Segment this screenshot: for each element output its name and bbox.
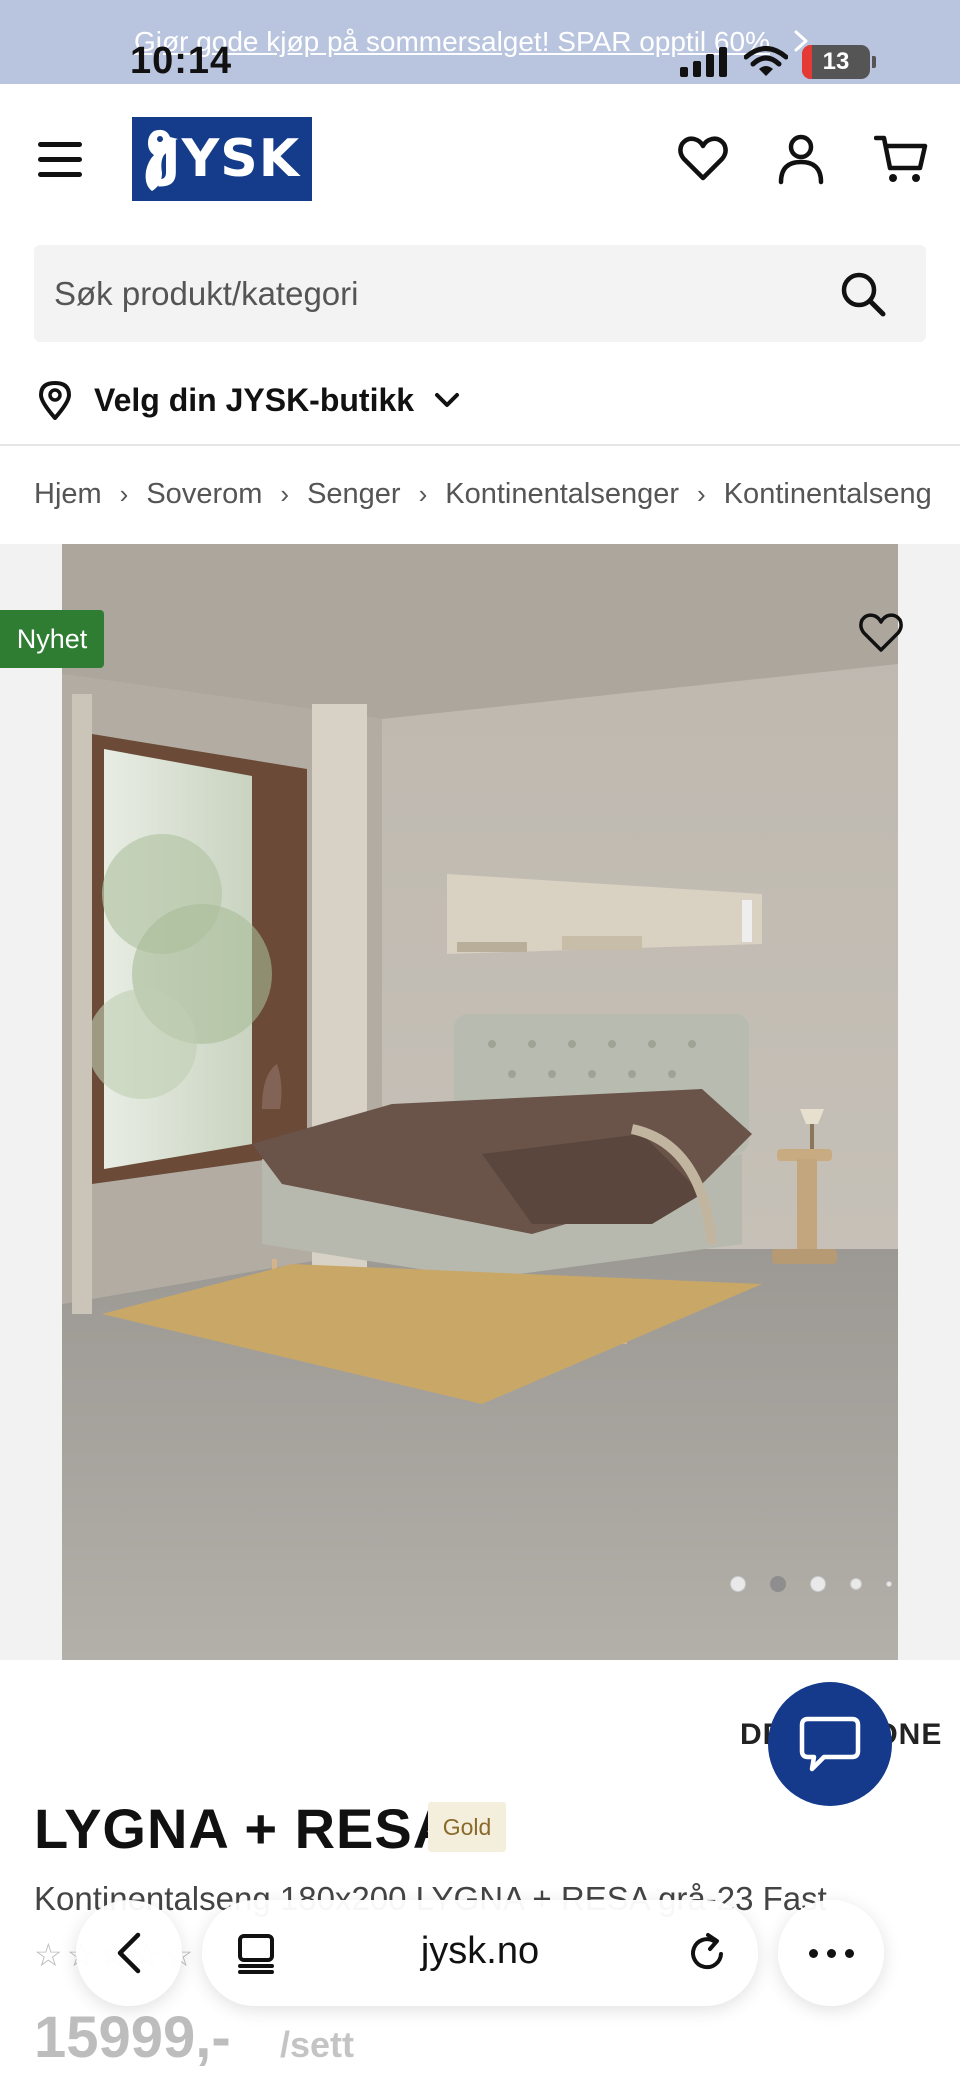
page: Gjør gode kjøp på sommersalget! SPAR opp… bbox=[0, 0, 960, 2081]
cart-icon[interactable] bbox=[874, 132, 928, 186]
more-dot bbox=[808, 1948, 818, 1958]
heart-icon[interactable] bbox=[676, 132, 730, 186]
battery-low-fill bbox=[802, 45, 812, 79]
wishlist-heart-icon[interactable] bbox=[858, 610, 904, 656]
browser-address-bar[interactable]: jysk.no bbox=[202, 1900, 758, 2006]
search-icon[interactable] bbox=[840, 271, 886, 317]
status-time: 10:14 bbox=[130, 40, 233, 82]
jysk-logo[interactable]: JYSK bbox=[132, 117, 312, 201]
wifi-icon bbox=[744, 46, 788, 76]
logo-bird-icon bbox=[145, 129, 178, 191]
battery-indicator: 13 bbox=[802, 45, 870, 79]
product-price: 15999,- bbox=[34, 2005, 231, 2070]
store-selector[interactable]: Velg din JYSK-butikk bbox=[36, 375, 460, 425]
slide-dot-5[interactable] bbox=[886, 1581, 892, 1587]
location-pin-icon bbox=[39, 381, 71, 420]
product-image[interactable] bbox=[62, 544, 898, 1660]
menu-icon[interactable] bbox=[38, 142, 82, 178]
new-badge: Nyhet bbox=[0, 610, 104, 668]
site-header: JYSK bbox=[0, 84, 960, 234]
browser-more-button[interactable] bbox=[778, 1900, 884, 2006]
signal-icon bbox=[680, 47, 727, 77]
gallery-pagination bbox=[730, 1576, 892, 1592]
search-bar bbox=[34, 245, 926, 342]
battery-level: 13 bbox=[822, 48, 850, 75]
slide-dot-1[interactable] bbox=[730, 1576, 746, 1592]
breadcrumb-separator-icon: › bbox=[119, 478, 129, 509]
tabs-icon[interactable] bbox=[236, 1932, 276, 1974]
slide-dot-2-active[interactable] bbox=[770, 1576, 786, 1592]
breadcrumb-item-current: Kontinentalseng bbox=[723, 477, 932, 510]
breadcrumb-separator-icon: › bbox=[697, 478, 706, 509]
breadcrumb-item-bedroom[interactable]: Soverom bbox=[146, 478, 262, 511]
breadcrumb-item-beds[interactable]: Senger bbox=[307, 478, 401, 511]
more-dot bbox=[826, 1948, 836, 1958]
user-icon[interactable] bbox=[774, 132, 828, 186]
breadcrumb-separator-icon: › bbox=[280, 478, 290, 509]
chat-button[interactable] bbox=[768, 1682, 892, 1806]
slide-dot-3[interactable] bbox=[810, 1576, 826, 1592]
chevron-down-icon bbox=[435, 393, 460, 407]
chat-bubble-icon bbox=[799, 1716, 861, 1772]
breadcrumb-separator-icon: › bbox=[418, 478, 428, 509]
breadcrumb: Hjem › Soverom › Senger › Kontinentalsen… bbox=[34, 474, 932, 514]
price-unit: /sett bbox=[280, 2024, 355, 2065]
status-icons: 13 bbox=[680, 42, 876, 82]
store-label: Velg din JYSK-butikk bbox=[94, 381, 415, 418]
chevron-left-icon bbox=[117, 1932, 141, 1974]
breadcrumb-item-continental-beds[interactable]: Kontinentalsenger bbox=[445, 478, 679, 511]
promo-banner[interactable]: Gjør gode kjøp på sommersalget! SPAR opp… bbox=[0, 0, 960, 84]
star-icon: ☆ bbox=[34, 1937, 63, 1973]
search-input[interactable] bbox=[54, 245, 834, 342]
battery-tip bbox=[872, 56, 876, 68]
product-title: LYGNA + RESA bbox=[34, 1797, 455, 1860]
slide-dot-4[interactable] bbox=[850, 1578, 862, 1590]
logo-text: JYSK bbox=[161, 129, 300, 189]
header-divider bbox=[0, 444, 960, 446]
breadcrumb-item-home[interactable]: Hjem bbox=[34, 478, 102, 511]
quality-tier-badge: Gold bbox=[428, 1802, 506, 1852]
browser-back-button[interactable] bbox=[76, 1900, 182, 2006]
reload-icon[interactable] bbox=[686, 1932, 728, 1974]
browser-url[interactable]: jysk.no bbox=[202, 1930, 758, 1973]
product-gallery[interactable]: Nyhet bbox=[0, 544, 960, 1660]
more-dot bbox=[844, 1948, 854, 1958]
